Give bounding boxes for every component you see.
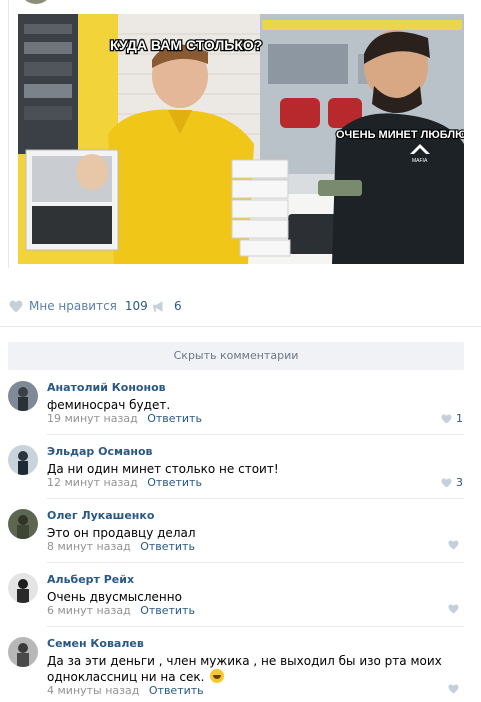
author-avatar[interactable] <box>22 0 50 4</box>
divider <box>47 626 464 627</box>
divider <box>47 562 464 563</box>
heart-icon <box>441 413 452 424</box>
share-count: 6 <box>174 299 182 313</box>
comment-text: Очень двусмысленно <box>47 590 182 604</box>
comment-text: феминосрач будет. <box>47 398 171 412</box>
comment-like-button[interactable]: 1 <box>441 412 463 425</box>
comment-like-button[interactable] <box>448 540 463 550</box>
post-photo[interactable]: КУДА ВАМ СТОЛЬКО? ОЧЕНЬ МИНЕТ ЛЮБЛЮ MAFI… <box>18 14 464 264</box>
comment-author[interactable]: Олег Лукашенко <box>47 509 154 522</box>
comment-like-button[interactable] <box>448 684 463 694</box>
heart-icon <box>448 540 459 550</box>
reply-link[interactable]: Ответить <box>149 684 204 697</box>
comment-like-count: 1 <box>456 412 463 425</box>
like-button[interactable]: Мне нравится 109 <box>9 296 148 316</box>
comment-text: Да ни один минет столько не стоит! <box>47 462 279 476</box>
commenter-avatar[interactable] <box>8 509 38 539</box>
comment-meta: 8 минут назад Ответить <box>47 540 195 553</box>
reply-link[interactable]: Ответить <box>147 412 202 425</box>
comment-time[interactable]: 19 минут назад <box>47 412 138 425</box>
comment-text-body: Да за эти деньги , член мужика , не выхо… <box>47 654 442 684</box>
commenter-avatar[interactable] <box>8 381 38 411</box>
megaphone-icon <box>153 300 163 312</box>
comment-text: Это он продавцу делал <box>47 526 196 540</box>
comment-time[interactable]: 12 минут назад <box>47 476 138 489</box>
heart-icon <box>448 684 459 694</box>
mafia-logo-text: MAFIA <box>412 158 428 164</box>
share-button[interactable]: 6 <box>152 296 182 316</box>
comment-meta: 6 минут назад Ответить <box>47 604 195 617</box>
divider <box>0 326 481 327</box>
comment-time[interactable]: 6 минут назад <box>47 604 131 617</box>
smile-emoji-icon <box>210 669 225 683</box>
post-actions: Мне нравится 109 6 <box>0 288 481 324</box>
divider <box>47 498 464 499</box>
comment-like-count: 3 <box>456 476 463 489</box>
image-caption-top: КУДА ВАМ СТОЛЬКО? <box>110 37 262 53</box>
heart-icon <box>9 300 23 312</box>
comment-like-button[interactable] <box>448 604 463 614</box>
comment-author[interactable]: Семен Ковалев <box>47 637 144 650</box>
commenter-avatar[interactable] <box>8 573 38 603</box>
reply-link[interactable]: Ответить <box>140 540 195 553</box>
comment-text: Да за эти деньги , член мужика , не выхо… <box>47 653 447 685</box>
comment-author[interactable]: Анатолий Кононов <box>47 381 166 394</box>
like-label: Мне нравится <box>29 299 117 313</box>
commenter-avatar[interactable] <box>8 637 38 667</box>
comment-meta: 12 минут назад Ответить <box>47 476 202 489</box>
heart-icon <box>441 477 452 488</box>
image-caption-right: ОЧЕНЬ МИНЕТ ЛЮБЛЮ <box>336 129 464 141</box>
divider <box>47 434 464 435</box>
reply-link[interactable]: Ответить <box>147 476 202 489</box>
comment-author[interactable]: Альберт Рейх <box>47 573 134 586</box>
comment-author[interactable]: Эльдар Османов <box>47 445 153 458</box>
commenter-avatar[interactable] <box>8 445 38 475</box>
comment-like-button[interactable]: 3 <box>441 476 463 489</box>
comment-time[interactable]: 4 минуты назад <box>47 684 139 697</box>
comment-meta: 19 минут назад Ответить <box>47 412 202 425</box>
comment-time[interactable]: 8 минут назад <box>47 540 131 553</box>
post-header-fragment <box>0 0 481 10</box>
hide-comments-button[interactable]: Скрыть комментарии <box>8 342 464 370</box>
like-count: 109 <box>124 299 148 313</box>
reply-link[interactable]: Ответить <box>140 604 195 617</box>
comment-meta: 4 минуты назад Ответить <box>47 684 204 697</box>
repost-quote-rule <box>8 0 9 268</box>
heart-icon <box>448 604 459 614</box>
